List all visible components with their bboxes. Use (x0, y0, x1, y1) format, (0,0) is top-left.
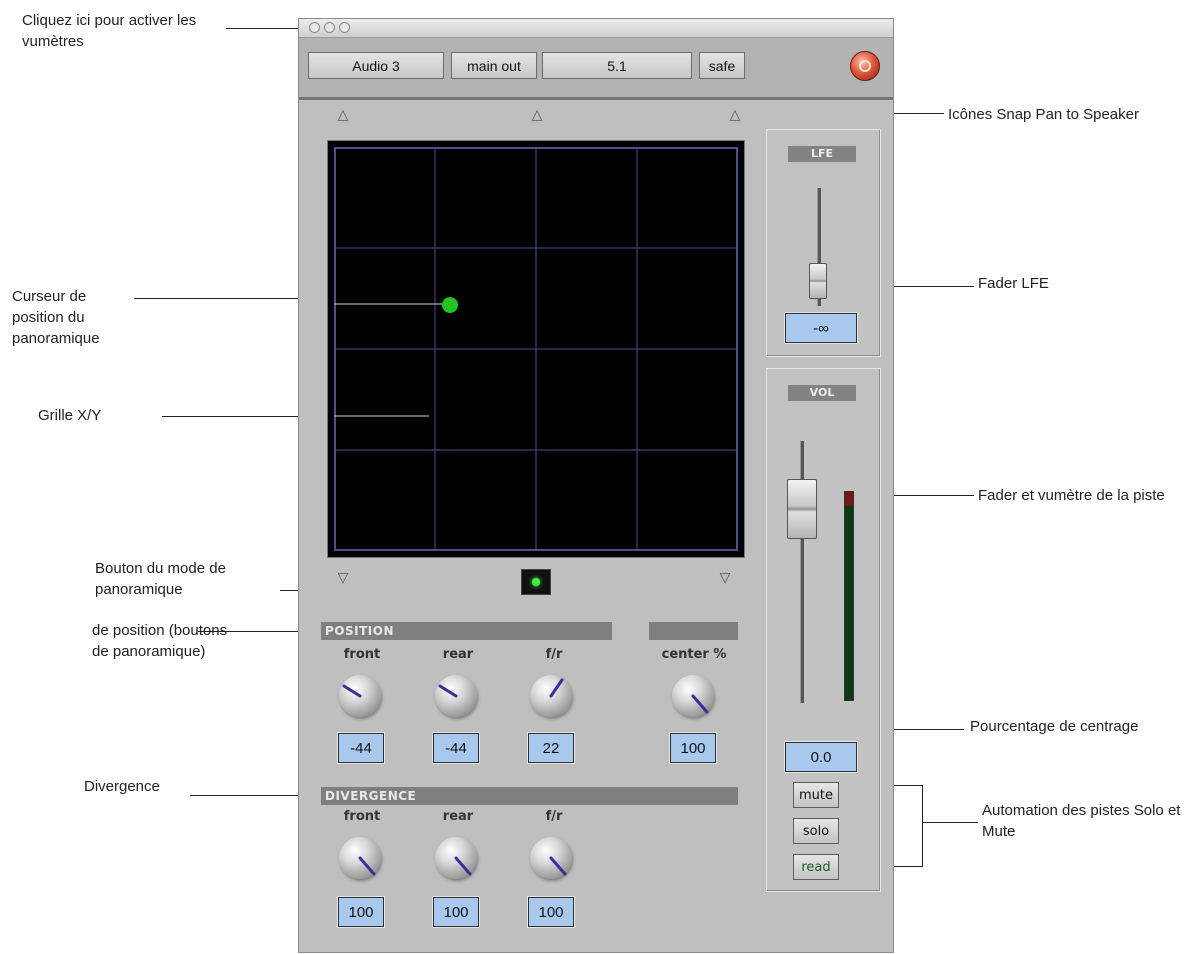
position-fr-label: f/r (545, 647, 563, 662)
annotation-snap-icons: Icônes Snap Pan to Speaker (948, 106, 1139, 123)
divergence-front-knob[interactable] (339, 837, 381, 879)
divergence-fr-value[interactable]: 100 (527, 896, 575, 928)
vol-title: VOL (788, 385, 856, 401)
xy-pan-grid[interactable] (327, 140, 745, 558)
divergence-fr-knob[interactable] (530, 837, 572, 879)
divergence-rear-label: rear (442, 809, 474, 824)
vol-panel: VOL 0.0 mute solo read (766, 368, 881, 892)
position-section-title: POSITION (321, 622, 612, 640)
center-section-bar (649, 622, 738, 640)
snap-center-icon[interactable]: △ (529, 107, 545, 121)
pan-mode-button[interactable] (521, 569, 551, 595)
center-percent-label: center % (661, 647, 727, 662)
annotation-xy-grid: Grille X/Y (38, 407, 102, 424)
leader-line (226, 28, 306, 29)
pan-position-cursor (442, 297, 458, 313)
output-format-display[interactable]: 5.1 (542, 52, 692, 79)
annotation-divergence: Divergence (84, 778, 160, 795)
lfe-title: LFE (788, 146, 856, 162)
solo-button[interactable]: solo (793, 818, 839, 844)
position-front-value[interactable]: -44 (337, 732, 385, 764)
annotation-cursor: Curseur de position du panoramique (12, 288, 100, 347)
annotation-lfe-fader: Fader LFE (978, 275, 1049, 292)
annotation-meter-activate: Cliquez ici pour activer les vumètres (22, 12, 197, 50)
annotation-center-pct: Pourcentage de centrage (970, 718, 1139, 735)
position-rear-label: rear (442, 647, 474, 662)
snap-rear-left-icon[interactable]: ▽ (335, 570, 351, 584)
window-header: Audio 3 main out 5.1 safe (299, 38, 893, 100)
divergence-front-label: front (343, 809, 381, 824)
mute-button[interactable]: mute (793, 782, 839, 808)
track-name-selector[interactable]: Audio 3 (308, 52, 444, 79)
track-fader-handle[interactable] (787, 479, 817, 539)
divergence-front-value[interactable]: 100 (337, 896, 385, 928)
automation-read-button[interactable]: read (793, 854, 839, 880)
safe-button[interactable]: safe (699, 52, 745, 79)
snap-rear-right-icon[interactable]: ▽ (717, 570, 733, 584)
volume-value[interactable]: 0.0 (784, 741, 858, 773)
annotation-track-fader: Fader et vumètre de la piste (978, 487, 1165, 504)
output-window: Audio 3 main out 5.1 safe △ △ △ ▽ ▽ POSI… (298, 18, 894, 953)
center-percent-value[interactable]: 100 (669, 732, 717, 764)
position-fr-knob[interactable] (530, 675, 572, 717)
position-front-label: front (343, 647, 381, 662)
plugin-power-icon[interactable] (850, 51, 880, 81)
pan-mode-led-icon (532, 578, 540, 586)
track-level-meter[interactable] (844, 491, 854, 701)
divergence-section-title: DIVERGENCE (321, 787, 738, 805)
snap-front-right-icon[interactable]: △ (727, 107, 743, 121)
annotation-pan-mode: Bouton du mode de panoramique (95, 560, 226, 598)
position-rear-value[interactable]: -44 (432, 732, 480, 764)
output-selector[interactable]: main out (451, 52, 537, 79)
lfe-fader-handle[interactable] (809, 263, 827, 299)
minimize-window-button[interactable] (324, 22, 335, 33)
position-front-knob[interactable] (339, 675, 381, 717)
position-rear-knob[interactable] (435, 675, 477, 717)
divergence-rear-value[interactable]: 100 (432, 896, 480, 928)
annotation-automation: Automation des pistes Solo et Mute (982, 802, 1181, 840)
divergence-fr-label: f/r (545, 809, 563, 824)
lfe-panel: LFE -∞ (766, 129, 881, 357)
meter-peak-indicator (845, 492, 853, 506)
zoom-window-button[interactable] (339, 22, 350, 33)
close-window-button[interactable] (309, 22, 320, 33)
lfe-value[interactable]: -∞ (784, 312, 858, 344)
title-bar[interactable] (299, 19, 893, 38)
snap-front-left-icon[interactable]: △ (335, 107, 351, 121)
leader-bracket (922, 785, 923, 867)
annotation-position-knobs: de position (boutons de panoramique) (92, 622, 228, 660)
leader-line (922, 822, 978, 823)
position-fr-value[interactable]: 22 (527, 732, 575, 764)
divergence-rear-knob[interactable] (435, 837, 477, 879)
center-percent-knob[interactable] (672, 675, 714, 717)
